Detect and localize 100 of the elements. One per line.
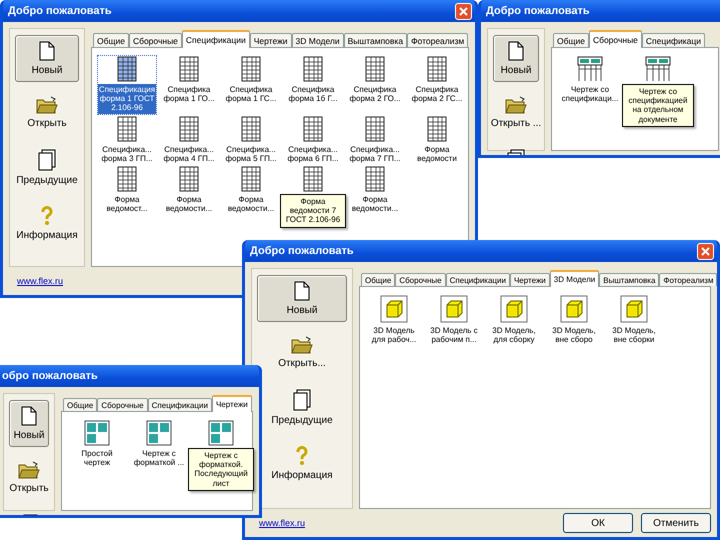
dialog-button[interactable]: Отменить: [641, 513, 711, 533]
table-form-icon: [241, 166, 261, 192]
close-button[interactable]: [697, 242, 714, 260]
tooltip: Чертеж с форматкой. Последующий лист: [188, 448, 254, 491]
website-link[interactable]: www.flex.ru: [251, 518, 306, 528]
window-title: Добро пожаловать: [8, 5, 112, 17]
template-item[interactable]: 3D Модель, вне сборо: [546, 295, 602, 346]
table-form-icon: [179, 166, 199, 192]
folder-icon: [291, 336, 313, 354]
tab[interactable]: Чертежи: [250, 33, 292, 47]
tab[interactable]: Спецификации: [148, 398, 212, 411]
sidebar-item[interactable]: Открыть: [15, 90, 79, 135]
tab[interactable]: Общие: [553, 33, 589, 47]
tab[interactable]: Сборочные: [395, 273, 446, 286]
table-form-icon: [117, 166, 137, 192]
folder-icon: [18, 461, 40, 479]
cube-icon: [440, 295, 468, 323]
template-item[interactable]: Специфика... форма 5 ГП...: [222, 116, 280, 164]
sidebar-item[interactable]: Открыть: [9, 455, 49, 500]
dialog-button[interactable]: ОК: [563, 513, 633, 533]
tab[interactable]: Выштамповка: [344, 33, 408, 47]
documents-icon: [293, 389, 311, 411]
table-form-icon: [303, 116, 323, 142]
template-item[interactable]: Чертеж со спецификаци...: [558, 56, 622, 104]
tab[interactable]: 3D Модели: [550, 270, 600, 287]
tab[interactable]: Спецификаци: [642, 33, 705, 47]
template-item[interactable]: Специфика форма 2 ГС...: [408, 56, 466, 104]
table-form-icon: [179, 116, 199, 142]
template-item[interactable]: Специфика... форма 7 ГП...: [346, 116, 404, 164]
tab[interactable]: Чертежи: [212, 395, 252, 412]
website-link[interactable]: www.flex.ru: [9, 276, 64, 286]
table-form-icon: [117, 116, 137, 142]
template-item[interactable]: Чертеж с форматкой ...: [130, 420, 188, 468]
tooltip: Форма ведомости 7 ГОСТ 2.106-96: [280, 194, 346, 228]
tab[interactable]: Спецификации: [182, 30, 250, 48]
help-icon: [295, 446, 309, 466]
window-title: обро пожаловать: [2, 370, 98, 382]
sidebar-item[interactable]: Новый: [15, 35, 79, 82]
cube-icon: [620, 295, 648, 323]
drawing-icon: [84, 420, 110, 446]
tooltip: Чертеж со спецификацией на отдельном документе: [622, 84, 694, 127]
template-item[interactable]: Специфика форма 2 ГО...: [346, 56, 404, 104]
sidebar-item[interactable]: Открыть ...: [493, 90, 539, 135]
tab[interactable]: Общие: [361, 273, 396, 286]
folder-icon: [36, 96, 58, 114]
template-item[interactable]: Специфика... форма 3 ГП...: [98, 116, 156, 164]
table-form-icon: [365, 166, 385, 192]
sidebar-item[interactable]: Предыдущие: [15, 143, 79, 192]
template-item[interactable]: Специфика форма 1 ГС...: [222, 56, 280, 104]
table-form-icon: [365, 56, 385, 82]
template-item[interactable]: Форма ведомости...: [346, 166, 404, 214]
close-icon: [701, 246, 710, 256]
template-item[interactable]: Простой чертеж: [68, 420, 126, 468]
cube-icon: [500, 295, 528, 323]
table-form-icon: [427, 56, 447, 82]
template-item[interactable]: 3D Модель для рабоч...: [366, 295, 422, 346]
cube-icon: [560, 295, 588, 323]
template-item[interactable]: Специфика... форма 6 ГП...: [284, 116, 342, 164]
tab[interactable]: Фотореализм: [407, 33, 468, 47]
sidebar-item[interactable]: Информация: [257, 440, 347, 487]
template-item[interactable]: Форма ведомост...: [98, 166, 156, 214]
documents-icon: [38, 149, 56, 171]
template-item[interactable]: Форма ведомости...: [160, 166, 218, 214]
sidebar-item[interactable]: Новый: [257, 275, 347, 322]
tab[interactable]: Спецификации: [446, 273, 510, 286]
tab[interactable]: Чертежи: [510, 273, 550, 286]
window-title: Добро пожаловать: [250, 245, 354, 257]
document-icon: [508, 41, 524, 61]
table-form-icon: [645, 56, 671, 82]
template-item[interactable]: Специфика... форма 4 ГП...: [160, 116, 218, 164]
document-icon: [39, 41, 55, 61]
table-form-icon: [303, 166, 323, 192]
tab[interactable]: Фотореализм: [659, 273, 717, 286]
cube-icon: [380, 295, 408, 323]
template-item[interactable]: 3D Модель, вне сборки: [606, 295, 662, 346]
tab[interactable]: Сборочные: [97, 398, 148, 411]
template-item[interactable]: Форма ведомости: [408, 116, 466, 164]
drawing-icon: [146, 420, 172, 446]
template-item[interactable]: Форма ведомости...: [222, 166, 280, 214]
sidebar-item[interactable]: Новый: [9, 400, 49, 447]
template-item[interactable]: 3D Модель, для сборку: [486, 295, 542, 346]
sidebar-item[interactable]: Новый: [493, 35, 539, 82]
tab[interactable]: 3D Модели: [292, 33, 344, 47]
close-icon: [459, 6, 468, 16]
template-item[interactable]: 3D Модель с рабочим п...: [426, 295, 482, 346]
tab[interactable]: Общие: [63, 398, 98, 411]
table-form-icon: [241, 116, 261, 142]
tab[interactable]: Общие: [93, 33, 129, 47]
window-title: Добро пожаловать: [486, 5, 590, 17]
template-item[interactable]: Специфика форма 1б Г...: [284, 56, 342, 104]
table-form-icon: [117, 56, 137, 82]
tab[interactable]: Сборочные: [588, 30, 642, 48]
template-item[interactable]: Специфика форма 1 ГО...: [160, 56, 218, 104]
tab[interactable]: Выштамповка: [599, 273, 660, 286]
table-form-icon: [241, 56, 261, 82]
close-button[interactable]: [455, 2, 472, 20]
document-icon: [21, 406, 37, 426]
table-form-icon: [577, 56, 603, 82]
tab[interactable]: Сборочные: [128, 33, 182, 47]
sidebar-item[interactable]: Информация: [15, 200, 79, 247]
